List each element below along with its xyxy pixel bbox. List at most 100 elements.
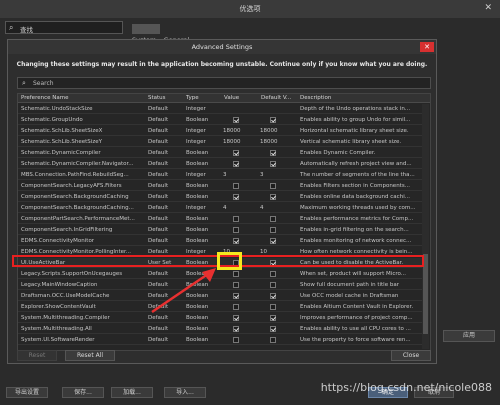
reset-button[interactable]: Reset — [17, 350, 57, 361]
table-row[interactable]: System.UI.SoftwareRender Default Boolean Us… — [18, 335, 423, 345]
preference-name: Legacy.MainWindowCaption — [21, 282, 98, 288]
preference-name: Schematic.SchLib.SheetSizeY — [21, 139, 102, 145]
close-button[interactable]: Close — [391, 350, 431, 361]
table-row[interactable]: Schematic.GroupUndo Default Boolean Enables… — [18, 115, 423, 125]
default-value-cell-checkbox[interactable] — [270, 304, 276, 310]
preference-name: MBS.Connection.PathFind.RebuildSeg... — [21, 172, 129, 178]
save-button[interactable]: 保存... — [62, 387, 104, 398]
dialog-close-icon[interactable]: ✕ — [420, 42, 434, 52]
default-value-cell-checkbox[interactable] — [270, 161, 276, 167]
default-value-cell[interactable]: 18000 — [260, 128, 278, 134]
table-row[interactable]: Schematic.DynamicCompiler.Navigator... De… — [18, 159, 423, 169]
window-close-icon[interactable]: ✕ — [484, 3, 492, 13]
col-value[interactable]: Value — [224, 95, 239, 101]
table-row[interactable]: Legacy.Scripts.SupportOnUcegauges Default… — [18, 269, 423, 279]
default-value-cell-checkbox[interactable] — [270, 183, 276, 189]
table-row[interactable]: ComponentSearch.BackgroundCaching... Defa… — [18, 203, 423, 213]
default-value-cell-checkbox[interactable] — [270, 117, 276, 123]
table-row[interactable]: MBS.Connection.PathFind.RebuildSeg... Def… — [18, 170, 423, 180]
value-cell-checkbox[interactable] — [233, 326, 239, 332]
value-cell-checkbox[interactable] — [233, 216, 239, 222]
value-cell-checkbox[interactable] — [233, 271, 239, 277]
value-cell-checkbox[interactable] — [233, 315, 239, 321]
col-status[interactable]: Status — [148, 95, 166, 101]
value-cell[interactable]: 18000 — [223, 128, 241, 134]
table-row[interactable]: Schematic.SchLib.SheetSizeX Default Intege… — [18, 126, 423, 136]
type-cell: Boolean — [186, 150, 209, 156]
default-value-cell-checkbox[interactable] — [270, 150, 276, 156]
description-cell: Enables Altium Content Vault in Explorer… — [300, 304, 414, 310]
table-header: Preference Name Status Type Value Defaul… — [18, 94, 430, 103]
table-row[interactable]: EDMS.ConnectivityMonitor Default Boolean En… — [18, 236, 423, 246]
default-value-cell-checkbox[interactable] — [270, 282, 276, 288]
annotation-arrow — [151, 268, 216, 314]
value-cell[interactable]: 4 — [223, 205, 227, 211]
value-cell[interactable]: 18000 — [223, 139, 241, 145]
table-row[interactable]: Schematic.SchLib.SheetSizeY Default Intege… — [18, 137, 423, 147]
default-value-cell-checkbox[interactable] — [270, 227, 276, 233]
type-cell: Boolean — [186, 238, 209, 244]
value-cell-checkbox[interactable] — [233, 238, 239, 244]
value-cell-checkbox[interactable] — [233, 293, 239, 299]
table-row[interactable]: System.Multithreading.All Default Boolean E… — [18, 324, 423, 334]
status-cell: Default — [148, 326, 169, 332]
col-preference-name[interactable]: Preference Name — [21, 95, 68, 101]
table-row[interactable]: ComponentSearch.InGridFiltering Default Bo… — [18, 225, 423, 235]
table-row[interactable]: Legacy.MainWindowCaption Default Boolean Sh… — [18, 280, 423, 290]
advanced-settings-dialog: Advanced Settings ✕ Changing these setti… — [7, 39, 437, 364]
default-value-cell-checkbox[interactable] — [270, 238, 276, 244]
vertical-scrollbar[interactable] — [422, 104, 429, 349]
value-cell-checkbox[interactable] — [233, 183, 239, 189]
default-value-cell-checkbox[interactable] — [270, 293, 276, 299]
preferences-search-input[interactable]: ⌕ 查找 — [5, 21, 123, 34]
description-cell: Enables ability to use all CPU cores to … — [300, 326, 411, 332]
export-settings-button[interactable]: 导出设置 — [6, 387, 48, 398]
table-row[interactable]: Schematic.UndoStackSize Default Integer Dep… — [18, 104, 423, 114]
table-row[interactable]: Schematic.DynamicCompiler Default Boolean E… — [18, 148, 423, 158]
default-value-cell-checkbox[interactable] — [270, 194, 276, 200]
col-description[interactable]: Description — [300, 95, 331, 101]
preference-name: ComponentSearch.InGridFiltering — [21, 227, 113, 233]
apply-button[interactable]: 应用 — [443, 330, 495, 342]
status-cell: Default — [148, 183, 169, 189]
table-row[interactable]: ComponentSearch.LegacyAFS.Filters Default… — [18, 181, 423, 191]
load-button[interactable]: 加载... — [111, 387, 153, 398]
type-cell: Integer — [186, 106, 206, 112]
value-cell-checkbox[interactable] — [233, 150, 239, 156]
value-cell-checkbox[interactable] — [233, 337, 239, 343]
value-cell-checkbox[interactable] — [233, 194, 239, 200]
settings-search-input[interactable]: ⌕ Search — [17, 77, 431, 89]
default-value-cell-checkbox[interactable] — [270, 315, 276, 321]
table-row[interactable]: System.Multithreading.Compiler Default Boo… — [18, 313, 423, 323]
value-cell-checkbox[interactable] — [233, 282, 239, 288]
reset-all-button[interactable]: Reset All — [65, 350, 115, 361]
default-value-cell[interactable]: 4 — [260, 205, 264, 211]
description-cell: The number of segments of the line tha..… — [300, 172, 415, 178]
table-row[interactable]: ComponentPartSearch.PerformanceMet... Def… — [18, 214, 423, 224]
default-value-cell[interactable]: 18000 — [260, 139, 278, 145]
default-value-cell-checkbox[interactable] — [270, 326, 276, 332]
col-type[interactable]: Type — [186, 95, 199, 101]
default-value-cell-checkbox[interactable] — [270, 337, 276, 343]
value-cell-checkbox[interactable] — [233, 304, 239, 310]
import-button[interactable]: 导入... — [164, 387, 206, 398]
type-cell: Boolean — [186, 326, 209, 332]
value-cell[interactable]: 3 — [223, 172, 227, 178]
description-cell: When set, product will support Micro... — [300, 271, 406, 277]
value-cell-checkbox[interactable] — [233, 117, 239, 123]
default-value-cell-checkbox[interactable] — [270, 271, 276, 277]
preference-name: Schematic.GroupUndo — [21, 117, 83, 123]
description-cell: Enables ability to group Undo for simil.… — [300, 117, 411, 123]
value-cell-checkbox[interactable] — [233, 227, 239, 233]
description-cell: Show full document path in title bar — [300, 282, 399, 288]
description-cell: Enables Filters section in Components... — [300, 183, 410, 189]
settings-table: Preference Name Status Type Value Defaul… — [17, 93, 431, 351]
default-value-cell-checkbox[interactable] — [270, 216, 276, 222]
col-default-value[interactable]: Default V... — [261, 95, 291, 101]
value-cell-checkbox[interactable] — [233, 161, 239, 167]
table-row[interactable]: Draftsman.OCC.UseModelCache Default Boolea… — [18, 291, 423, 301]
table-row[interactable]: ComponentSearch.BackgroundCaching Default… — [18, 192, 423, 202]
preference-name: System.Multithreading.All — [21, 326, 92, 332]
table-row[interactable]: Explorer.ShowContentVaultDefaultBooleanE… — [18, 302, 423, 312]
default-value-cell[interactable]: 3 — [260, 172, 264, 178]
